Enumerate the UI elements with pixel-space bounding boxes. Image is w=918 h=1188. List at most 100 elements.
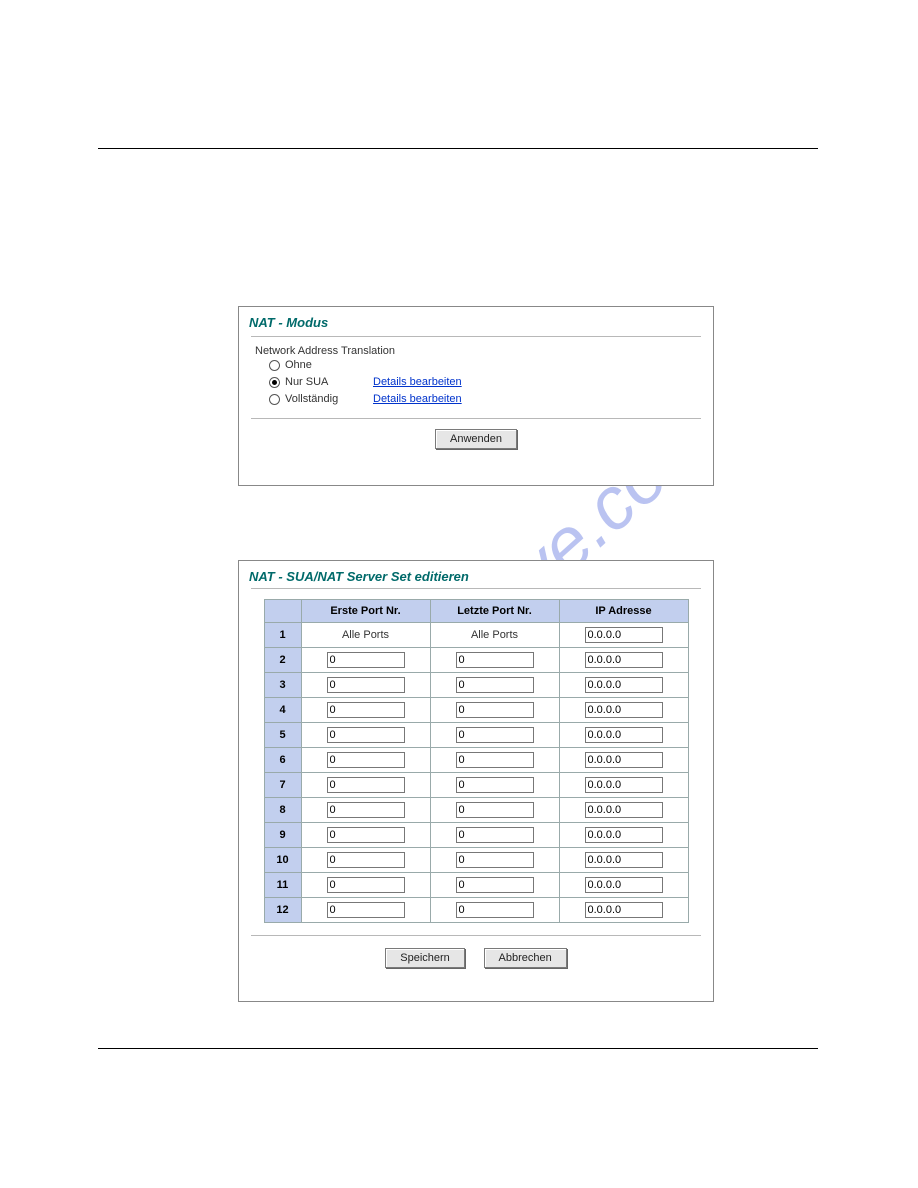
last-port-input[interactable] [456,877,534,893]
last-port-input[interactable] [456,652,534,668]
radio-icon[interactable] [269,377,280,388]
th-last-port: Letzte Port Nr. [430,600,559,623]
nat-option-label: Vollständig [285,393,373,405]
first-port-input[interactable] [327,677,405,693]
first-port-cell [301,898,430,923]
first-port-cell [301,673,430,698]
last-port-cell: Alle Ports [430,623,559,648]
last-port-input[interactable] [456,752,534,768]
nat-modus-panel: NAT - Modus Network Address Translation … [238,306,714,486]
server-set-table: Erste Port Nr. Letzte Port Nr. IP Adress… [264,599,689,923]
cancel-button[interactable]: Abbrechen [484,948,567,968]
table-row: 3 [264,673,688,698]
row-index: 5 [264,723,301,748]
last-port-cell [430,898,559,923]
last-port-input[interactable] [456,702,534,718]
header-rule [98,148,818,149]
ip-input[interactable] [585,902,663,918]
last-port-cell [430,848,559,873]
last-port-cell [430,823,559,848]
first-port-input[interactable] [327,777,405,793]
first-port-cell: Alle Ports [301,623,430,648]
table-row: 6 [264,748,688,773]
first-port-cell [301,823,430,848]
first-port-cell [301,648,430,673]
ip-input[interactable] [585,777,663,793]
last-port-input[interactable] [456,852,534,868]
ip-cell [559,873,688,898]
last-port-cell [430,873,559,898]
first-port-input[interactable] [327,652,405,668]
nat-section-label: Network Address Translation [251,345,701,357]
ip-cell [559,698,688,723]
last-port-input[interactable] [456,902,534,918]
first-port-input[interactable] [327,827,405,843]
first-port-input[interactable] [327,802,405,818]
row-index: 12 [264,898,301,923]
all-ports-label: Alle Ports [342,629,389,641]
first-port-cell [301,798,430,823]
first-port-input[interactable] [327,752,405,768]
ip-input[interactable] [585,852,663,868]
last-port-input[interactable] [456,777,534,793]
last-port-cell [430,748,559,773]
apply-button[interactable]: Anwenden [435,429,517,449]
nat-option-nur-sua[interactable]: Nur SUA Details bearbeiten [251,374,701,391]
first-port-cell [301,748,430,773]
footer-rule [98,1048,818,1049]
ip-input[interactable] [585,677,663,693]
table-row: 2 [264,648,688,673]
first-port-input[interactable] [327,852,405,868]
ip-cell [559,798,688,823]
table-row: 5 [264,723,688,748]
details-link-full[interactable]: Details bearbeiten [373,393,462,405]
ip-input[interactable] [585,752,663,768]
last-port-cell [430,673,559,698]
table-row: 8 [264,798,688,823]
ip-input[interactable] [585,802,663,818]
last-port-cell [430,723,559,748]
ip-cell [559,773,688,798]
ip-input[interactable] [585,827,663,843]
ip-input[interactable] [585,627,663,643]
first-port-input[interactable] [327,877,405,893]
th-ip: IP Adresse [559,600,688,623]
ip-input[interactable] [585,652,663,668]
row-index: 7 [264,773,301,798]
nat-option-ohne[interactable]: Ohne [251,357,701,374]
last-port-cell [430,798,559,823]
radio-icon[interactable] [269,394,280,405]
row-index: 6 [264,748,301,773]
table-row: 9 [264,823,688,848]
row-index: 2 [264,648,301,673]
ip-cell [559,898,688,923]
all-ports-label: Alle Ports [471,629,518,641]
last-port-cell [430,773,559,798]
last-port-input[interactable] [456,677,534,693]
ip-input[interactable] [585,702,663,718]
save-button[interactable]: Speichern [385,948,465,968]
th-first-port: Erste Port Nr. [301,600,430,623]
last-port-input[interactable] [456,802,534,818]
ip-input[interactable] [585,877,663,893]
radio-icon[interactable] [269,360,280,371]
first-port-cell [301,873,430,898]
first-port-input[interactable] [327,727,405,743]
first-port-cell [301,723,430,748]
table-row: 1 Alle Ports Alle Ports [264,623,688,648]
th-index [264,600,301,623]
last-port-input[interactable] [456,727,534,743]
first-port-input[interactable] [327,902,405,918]
first-port-input[interactable] [327,702,405,718]
nat-option-vollstaendig[interactable]: Vollständig Details bearbeiten [251,391,701,408]
row-index: 1 [264,623,301,648]
ip-input[interactable] [585,727,663,743]
table-header-row: Erste Port Nr. Letzte Port Nr. IP Adress… [264,600,688,623]
last-port-input[interactable] [456,827,534,843]
details-link-sua[interactable]: Details bearbeiten [373,376,462,388]
table-row: 11 [264,873,688,898]
table-row: 10 [264,848,688,873]
nat-option-label: Ohne [285,359,373,371]
first-port-cell [301,698,430,723]
row-index: 9 [264,823,301,848]
